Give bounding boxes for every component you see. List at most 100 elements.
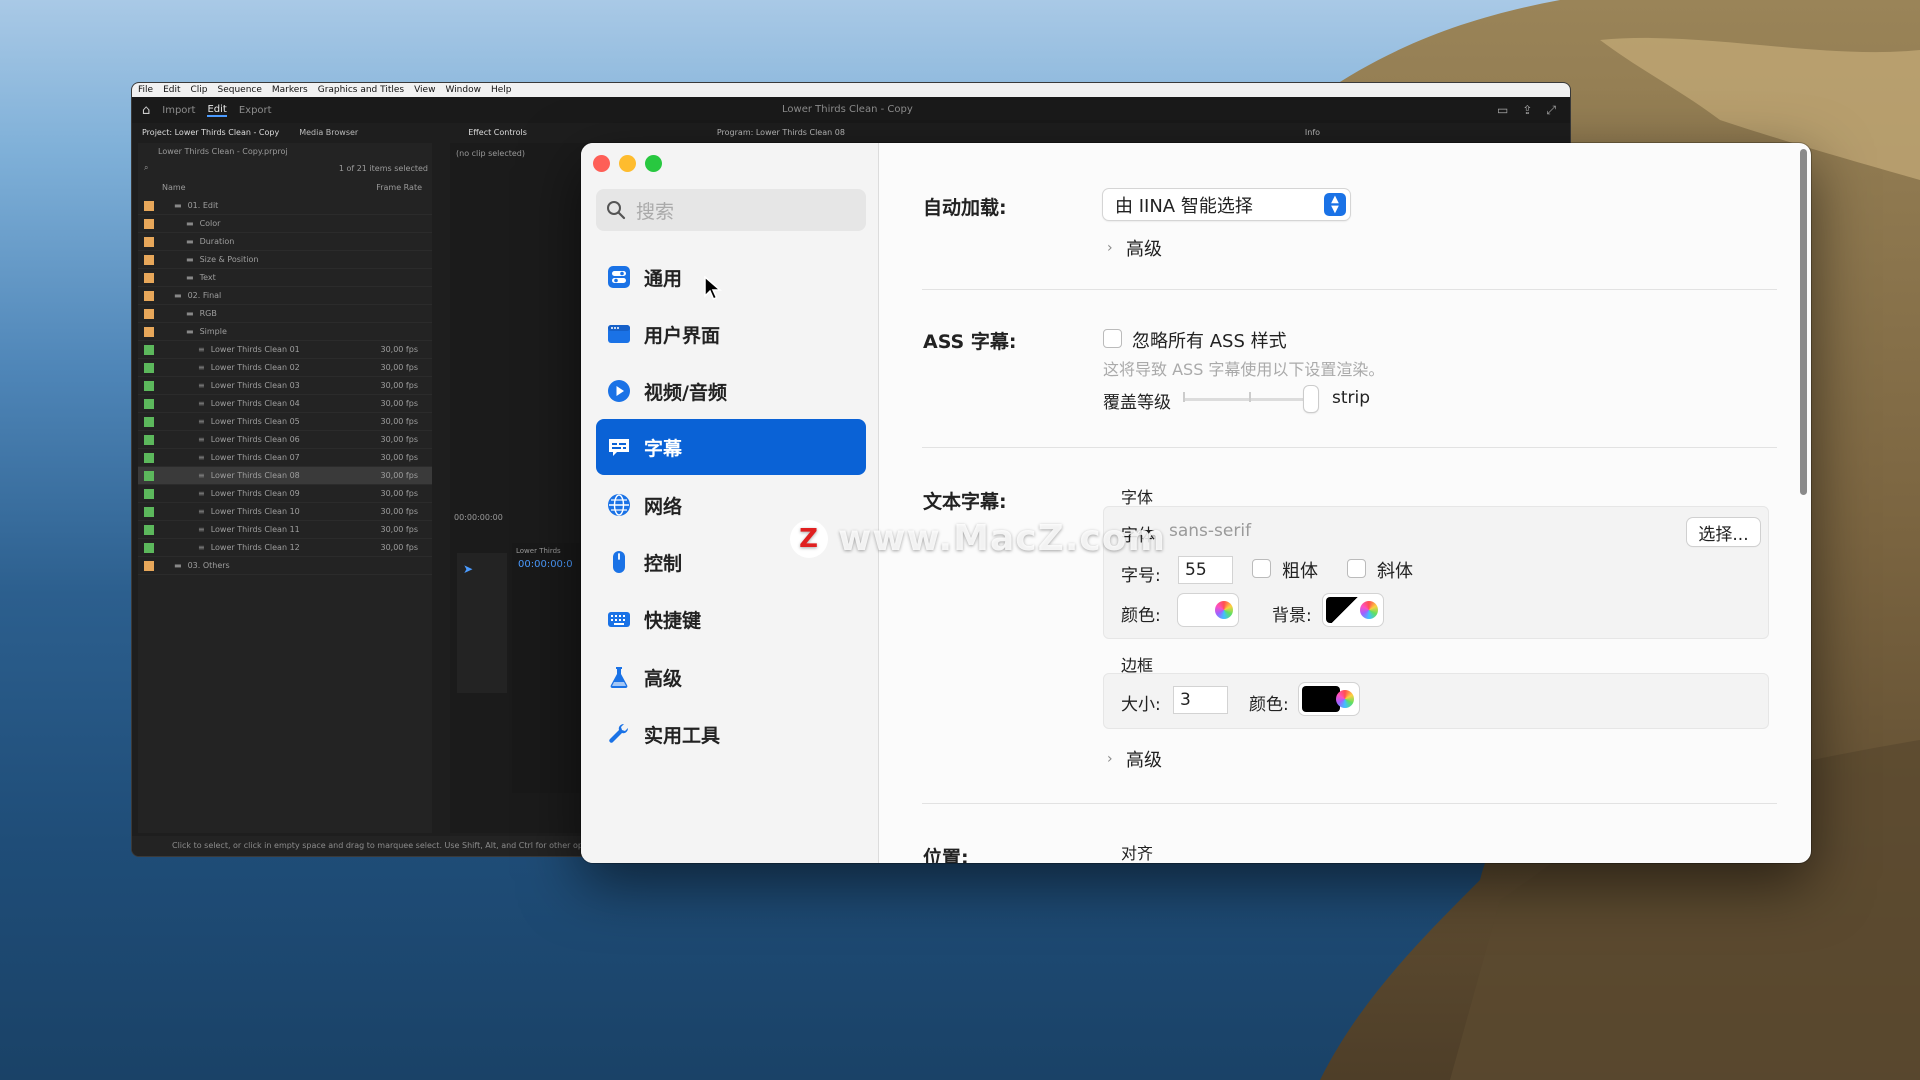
label-color-swatch <box>144 218 154 229</box>
project-row[interactable]: ≡ Lower Thirds Clean 08 30,00 fps <box>138 467 432 485</box>
menu-window[interactable]: Window <box>445 85 481 95</box>
border-size-field[interactable]: 3 <box>1173 686 1228 714</box>
tab-media-browser[interactable]: Media Browser <box>289 125 368 141</box>
project-row[interactable]: ≡ Lower Thirds Clean 09 30,00 fps <box>138 485 432 503</box>
choose-font-button[interactable]: 选择... <box>1687 518 1760 546</box>
project-row-fps: 30,00 fps <box>380 417 418 426</box>
folder-icon: ▬ <box>186 219 194 228</box>
sequence-icon: ≡ <box>198 525 205 534</box>
ignore-ass-checkbox[interactable] <box>1103 329 1122 348</box>
project-row[interactable]: ▬ 01. Edit <box>138 197 432 215</box>
subtitle-icon <box>606 434 632 460</box>
home-icon[interactable]: ⌂ <box>142 103 150 118</box>
menu-view[interactable]: View <box>414 85 435 95</box>
workspace-icon[interactable]: ▭ <box>1497 103 1508 118</box>
tab-program[interactable]: Program: Lower Thirds Clean 08 <box>707 125 855 141</box>
tab-edit[interactable]: Edit <box>207 104 227 117</box>
project-row[interactable]: ≡ Lower Thirds Clean 10 30,00 fps <box>138 503 432 521</box>
scrollbar[interactable] <box>1800 149 1807 495</box>
tab-import[interactable]: Import <box>162 105 195 116</box>
font-size-field[interactable]: 55 <box>1178 556 1233 584</box>
tab-project[interactable]: Project: Lower Thirds Clean - Copy <box>132 125 289 141</box>
project-row[interactable]: ▬ Color <box>138 215 432 233</box>
project-row[interactable]: ≡ Lower Thirds Clean 04 30,00 fps <box>138 395 432 413</box>
timeline-tab[interactable]: Lower Thirds <box>512 543 592 559</box>
project-row[interactable]: ▬ Duration <box>138 233 432 251</box>
menu-sequence[interactable]: Sequence <box>218 85 262 95</box>
project-row[interactable]: ≡ Lower Thirds Clean 05 30,00 fps <box>138 413 432 431</box>
sidebar-item-video-audio[interactable]: 视频/音频 <box>596 363 866 419</box>
project-row[interactable]: ▬ 02. Final <box>138 287 432 305</box>
menu-graphics[interactable]: Graphics and Titles <box>318 85 404 95</box>
chevron-right-icon[interactable]: › <box>1107 240 1113 256</box>
project-row[interactable]: ≡ Lower Thirds Clean 02 30,00 fps <box>138 359 432 377</box>
project-row[interactable]: ≡ Lower Thirds Clean 03 30,00 fps <box>138 377 432 395</box>
menu-file[interactable]: File <box>138 85 153 95</box>
bold-checkbox[interactable] <box>1252 559 1271 578</box>
sidebar-item-ui[interactable]: 用户界面 <box>596 306 866 362</box>
menu-help[interactable]: Help <box>491 85 512 95</box>
advanced-disclosure[interactable]: 高级 <box>1126 235 1162 261</box>
sidebar-item-general[interactable]: 通用 <box>596 249 866 305</box>
label-color-swatch <box>144 488 154 499</box>
project-row[interactable]: ≡ Lower Thirds Clean 01 30,00 fps <box>138 341 432 359</box>
size-label: 字号: <box>1121 566 1161 586</box>
chevron-right-icon[interactable]: › <box>1107 751 1113 767</box>
search-field[interactable]: 搜索 <box>596 189 866 231</box>
premiere-title: Lower Thirds Clean - Copy <box>782 104 913 115</box>
project-row-fps: 30,00 fps <box>380 435 418 444</box>
italic-checkbox[interactable] <box>1347 559 1366 578</box>
close-button[interactable] <box>593 155 610 172</box>
sidebar-item-shortcuts[interactable]: 快捷键 <box>596 591 866 647</box>
border-color-well[interactable] <box>1299 683 1359 715</box>
project-row[interactable]: ▬ Simple <box>138 323 432 341</box>
text-sub-label: 文本字幕: <box>923 491 1007 513</box>
selection-tool-icon[interactable]: ➤ <box>457 553 507 585</box>
column-name[interactable]: Name <box>162 183 186 192</box>
project-row[interactable]: ▬ RGB <box>138 305 432 323</box>
sequence-icon: ≡ <box>198 489 205 498</box>
project-row[interactable]: ▬ Text <box>138 269 432 287</box>
sidebar-item-advanced[interactable]: 高级 <box>596 649 866 705</box>
divider <box>922 447 1777 448</box>
sequence-icon: ≡ <box>198 417 205 426</box>
project-row[interactable]: ≡ Lower Thirds Clean 11 30,00 fps <box>138 521 432 539</box>
project-search-icon[interactable]: ⌕ <box>144 163 148 173</box>
panel-tabs: Project: Lower Thirds Clean - Copy Media… <box>132 125 1570 141</box>
label-color-swatch <box>144 308 154 319</box>
project-row[interactable]: ≡ Lower Thirds Clean 07 30,00 fps <box>138 449 432 467</box>
override-level-knob[interactable] <box>1304 386 1318 412</box>
chevron-updown-icon: ▲ ▼ <box>1324 193 1346 216</box>
fullscreen-icon[interactable]: ⤢ <box>1546 103 1556 118</box>
text-color-well[interactable] <box>1178 594 1238 626</box>
minimize-button[interactable] <box>619 155 636 172</box>
column-frame-rate[interactable]: Frame Rate <box>376 183 422 192</box>
advanced-disclosure-2[interactable]: 高级 <box>1126 746 1162 772</box>
autoload-popup[interactable]: 由 IINA 智能选择 ▲ ▼ <box>1103 189 1350 220</box>
border-color-label: 颜色: <box>1249 695 1289 715</box>
project-row[interactable]: ▬ Size & Position <box>138 251 432 269</box>
selection-count: 1 of 21 items selected <box>338 164 428 173</box>
folder-icon: ▬ <box>186 237 194 246</box>
search-icon <box>607 201 626 220</box>
project-row[interactable]: ≡ Lower Thirds Clean 12 30,00 fps <box>138 539 432 557</box>
share-icon[interactable]: ⇪ <box>1522 103 1532 118</box>
project-row-name: Lower Thirds Clean 02 <box>210 363 300 372</box>
tab-info[interactable]: Info <box>1295 125 1330 141</box>
bg-color-well[interactable] <box>1323 594 1383 626</box>
menu-markers[interactable]: Markers <box>272 85 308 95</box>
play-icon <box>606 378 632 404</box>
project-row[interactable]: ≡ Lower Thirds Clean 06 30,00 fps <box>138 431 432 449</box>
folder-icon: ▬ <box>174 201 182 210</box>
tab-effect-controls[interactable]: Effect Controls <box>458 125 537 141</box>
sidebar-item-utilities[interactable]: 实用工具 <box>596 706 866 762</box>
menu-edit[interactable]: Edit <box>163 85 180 95</box>
sidebar-item-label: 视频/音频 <box>644 381 727 404</box>
sidebar-item-subtitles[interactable]: 字幕 <box>596 419 866 475</box>
project-panel: Lower Thirds Clean - Copy.prproj ⌕ 1 of … <box>138 143 432 833</box>
zoom-button[interactable] <box>645 155 662 172</box>
tab-export[interactable]: Export <box>239 105 272 116</box>
project-row[interactable]: ▬ 03. Others <box>138 557 432 575</box>
menu-clip[interactable]: Clip <box>191 85 208 95</box>
project-row-fps: 30,00 fps <box>380 345 418 354</box>
